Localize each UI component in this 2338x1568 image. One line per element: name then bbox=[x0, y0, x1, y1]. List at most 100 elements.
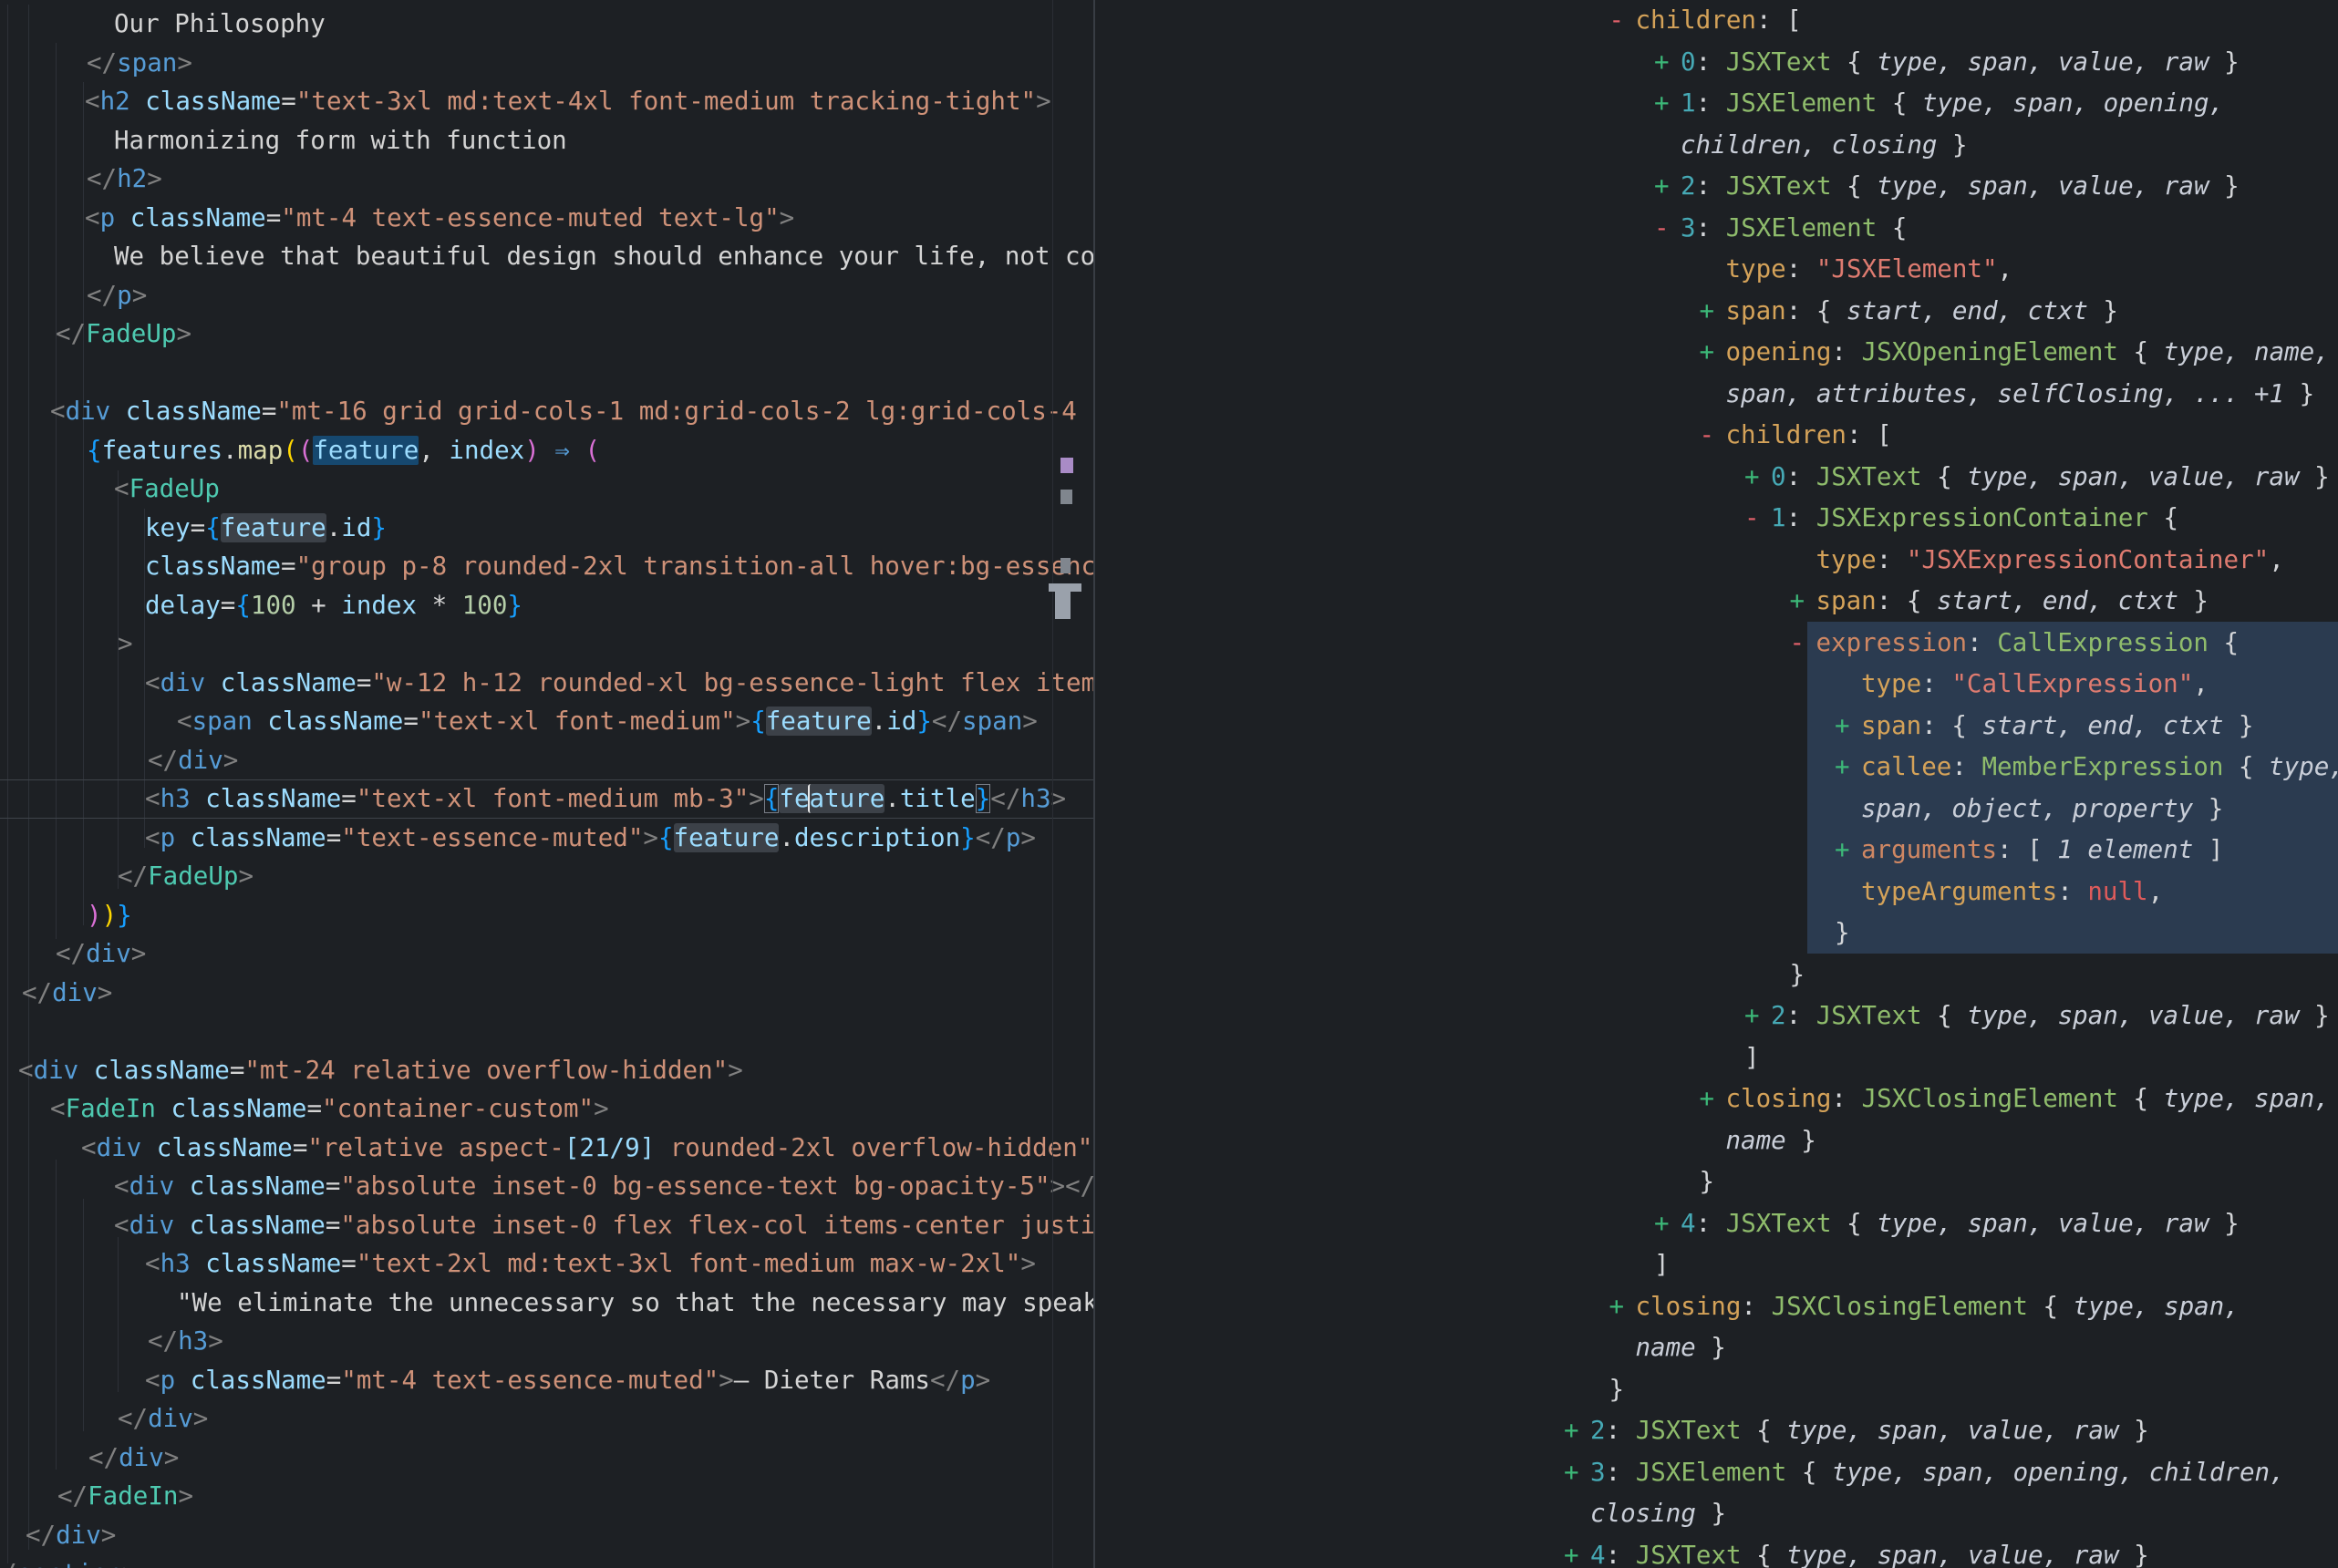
ast-node-line[interactable]: -3: JSXElement { bbox=[1095, 208, 2338, 250]
ast-node-line[interactable]: +1: JSXElement { type, span, opening, bbox=[1095, 83, 2338, 125]
expand-node-icon[interactable]: + bbox=[1744, 995, 1771, 1037]
ast-node-line[interactable]: } bbox=[1095, 1161, 2338, 1203]
ast-node-line[interactable]: ] bbox=[1095, 1037, 2338, 1079]
code-line[interactable]: <p className="mt-4 text-essence-muted">—… bbox=[0, 1361, 1093, 1400]
code-line[interactable]: <FadeIn className="container-custom"> bbox=[0, 1089, 1093, 1129]
code-line[interactable]: </div> bbox=[0, 934, 1093, 974]
code-line[interactable]: key={feature.id} bbox=[0, 509, 1093, 548]
ast-node-line[interactable]: } bbox=[1095, 1369, 2338, 1411]
ast-node-line[interactable]: +arguments: [ 1 element ] bbox=[1095, 830, 2338, 872]
ast-node-line[interactable]: +span: { start, end, ctxt } bbox=[1095, 706, 2338, 748]
ast-node-line[interactable]: +4: JSXText { type, span, value, raw } bbox=[1095, 1535, 2338, 1568]
code-line[interactable]: <h3 className="text-2xl md:text-3xl font… bbox=[0, 1244, 1093, 1284]
collapse-node-icon[interactable]: - bbox=[1609, 0, 1636, 42]
expand-node-icon[interactable]: + bbox=[1744, 457, 1771, 499]
expand-node-icon[interactable]: + bbox=[1835, 747, 1861, 789]
code-line[interactable]: </FadeUp> bbox=[0, 315, 1093, 354]
ast-node-line[interactable]: name } bbox=[1095, 1120, 2338, 1162]
code-line[interactable]: delay={100 + index * 100} bbox=[0, 586, 1093, 625]
ast-node-line[interactable]: closing } bbox=[1095, 1493, 2338, 1535]
expand-node-icon[interactable]: + bbox=[1654, 42, 1681, 84]
code-line[interactable]: <h2 className="text-3xl md:text-4xl font… bbox=[0, 82, 1093, 121]
scrollbar-track[interactable] bbox=[1052, 0, 1053, 1568]
ast-tree-pane[interactable]: -children: [+0: JSXText { type, span, va… bbox=[1095, 0, 2338, 1568]
collapse-node-icon[interactable]: - bbox=[1790, 623, 1816, 665]
ast-node-line[interactable]: +2: JSXText { type, span, value, raw } bbox=[1095, 166, 2338, 208]
collapse-node-icon[interactable]: - bbox=[1744, 498, 1771, 540]
ast-node-line[interactable]: -children: [ bbox=[1095, 0, 2338, 42]
code-line[interactable]: <div className="w-12 h-12 rounded-xl bg-… bbox=[0, 664, 1093, 703]
code-line[interactable]: <FadeUp bbox=[0, 469, 1093, 509]
code-line[interactable]: </h3> bbox=[0, 1322, 1093, 1361]
ast-node-line[interactable]: +2: JSXText { type, span, value, raw } bbox=[1095, 1410, 2338, 1452]
ast-node-line[interactable]: +0: JSXText { type, span, value, raw } bbox=[1095, 457, 2338, 499]
code-line[interactable]: <span className="text-xl font-medium">{f… bbox=[0, 702, 1093, 741]
code-line[interactable]: "We eliminate the unnecessary so that th… bbox=[0, 1284, 1093, 1323]
ast-node-line[interactable]: +2: JSXText { type, span, value, raw } bbox=[1095, 995, 2338, 1037]
code-line[interactable]: <div className="relative aspect-[21/9] r… bbox=[0, 1129, 1093, 1168]
ast-node-line[interactable]: name } bbox=[1095, 1327, 2338, 1369]
code-line[interactable]: </div> bbox=[0, 1516, 1093, 1555]
ast-node-line[interactable]: span, object, property } bbox=[1095, 789, 2338, 830]
expand-node-icon[interactable]: + bbox=[1790, 581, 1816, 623]
code-line[interactable]: <div className="absolute inset-0 flex fl… bbox=[0, 1206, 1093, 1245]
code-line[interactable]: Our Philosophy bbox=[0, 5, 1093, 44]
ast-node-line[interactable]: type: "CallExpression", bbox=[1095, 664, 2338, 706]
code-line[interactable]: </div> bbox=[0, 1439, 1093, 1478]
ast-node-line[interactable]: } bbox=[1095, 913, 2338, 954]
code-line[interactable]: className="group p-8 rounded-2xl transit… bbox=[0, 547, 1093, 586]
code-line[interactable]: </span> bbox=[0, 44, 1093, 83]
code-line[interactable]: <p className="mt-4 text-essence-muted te… bbox=[0, 199, 1093, 238]
expand-node-icon[interactable]: + bbox=[1835, 706, 1861, 748]
ast-node-line[interactable]: -expression: CallExpression { bbox=[1095, 623, 2338, 665]
code-line[interactable]: </p> bbox=[0, 276, 1093, 315]
ast-node-line[interactable]: +0: JSXText { type, span, value, raw } bbox=[1095, 42, 2338, 84]
code-line[interactable]: </FadeUp> bbox=[0, 857, 1093, 896]
expand-node-icon[interactable]: + bbox=[1700, 332, 1726, 374]
expand-node-icon[interactable]: + bbox=[1654, 1203, 1681, 1245]
ast-node-line[interactable]: +3: JSXElement { type, span, opening, ch… bbox=[1095, 1452, 2338, 1494]
collapse-node-icon[interactable]: - bbox=[1700, 415, 1726, 457]
ast-node-line[interactable]: +span: { start, end, ctxt } bbox=[1095, 291, 2338, 333]
ast-node-line[interactable]: type: "JSXElement", bbox=[1095, 249, 2338, 291]
code-line[interactable]: </div> bbox=[0, 741, 1093, 780]
ast-node-line[interactable]: typeArguments: null, bbox=[1095, 872, 2338, 913]
collapse-node-icon[interactable]: - bbox=[1654, 208, 1681, 250]
ast-node-line[interactable]: +closing: JSXClosingElement { type, span… bbox=[1095, 1286, 2338, 1328]
expand-node-icon[interactable]: + bbox=[1564, 1410, 1590, 1452]
ast-node-line[interactable]: } bbox=[1095, 954, 2338, 996]
ast-node-line[interactable]: +closing: JSXClosingElement { type, span… bbox=[1095, 1078, 2338, 1120]
code-line[interactable]: <div className="absolute inset-0 bg-esse… bbox=[0, 1167, 1093, 1206]
code-line[interactable]: </div> bbox=[0, 1399, 1093, 1439]
ast-node-line[interactable]: type: "JSXExpressionContainer", bbox=[1095, 540, 2338, 582]
ast-node-line[interactable]: -1: JSXExpressionContainer { bbox=[1095, 498, 2338, 540]
ast-node-line[interactable]: +callee: MemberExpression { type, bbox=[1095, 747, 2338, 789]
expand-node-icon[interactable]: + bbox=[1835, 830, 1861, 872]
expand-node-icon[interactable]: + bbox=[1700, 1078, 1726, 1120]
code-line[interactable]: <div className="mt-24 relative overflow-… bbox=[0, 1051, 1093, 1090]
code-line[interactable] bbox=[0, 354, 1093, 393]
code-line[interactable]: {features.map((feature, index) ⇒ ( bbox=[0, 431, 1093, 470]
code-line[interactable] bbox=[0, 1012, 1093, 1051]
ast-node-line[interactable]: children, closing } bbox=[1095, 125, 2338, 167]
code-line[interactable]: <p className="text-essence-muted">{featu… bbox=[0, 819, 1093, 858]
code-line-current[interactable]: <h3 className="text-xl font-medium mb-3"… bbox=[0, 779, 1093, 819]
code-line[interactable]: ))} bbox=[0, 896, 1093, 935]
expand-node-icon[interactable]: + bbox=[1654, 166, 1681, 208]
code-line[interactable]: We believe that beautiful design should … bbox=[0, 237, 1093, 276]
expand-node-icon[interactable]: + bbox=[1564, 1452, 1590, 1494]
ast-node-line[interactable]: +span: { start, end, ctxt } bbox=[1095, 581, 2338, 623]
expand-node-icon[interactable]: + bbox=[1654, 83, 1681, 125]
code-editor-pane[interactable]: Our Philosophy</span><h2 className="text… bbox=[0, 0, 1093, 1568]
code-line[interactable]: </FadeIn> bbox=[0, 1477, 1093, 1516]
expand-node-icon[interactable]: + bbox=[1609, 1286, 1636, 1328]
expand-node-icon[interactable]: + bbox=[1700, 291, 1726, 333]
code-line[interactable]: </div> bbox=[0, 974, 1093, 1013]
ast-node-line[interactable]: -children: [ bbox=[1095, 415, 2338, 457]
ast-node-line[interactable]: ] bbox=[1095, 1244, 2338, 1286]
code-line[interactable]: /section> bbox=[0, 1554, 1093, 1568]
code-line[interactable]: > bbox=[0, 624, 1093, 664]
code-line[interactable]: <div className="mt-16 grid grid-cols-1 m… bbox=[0, 392, 1093, 431]
code-line[interactable]: Harmonizing form with function bbox=[0, 121, 1093, 160]
code-line[interactable]: </h2> bbox=[0, 160, 1093, 199]
